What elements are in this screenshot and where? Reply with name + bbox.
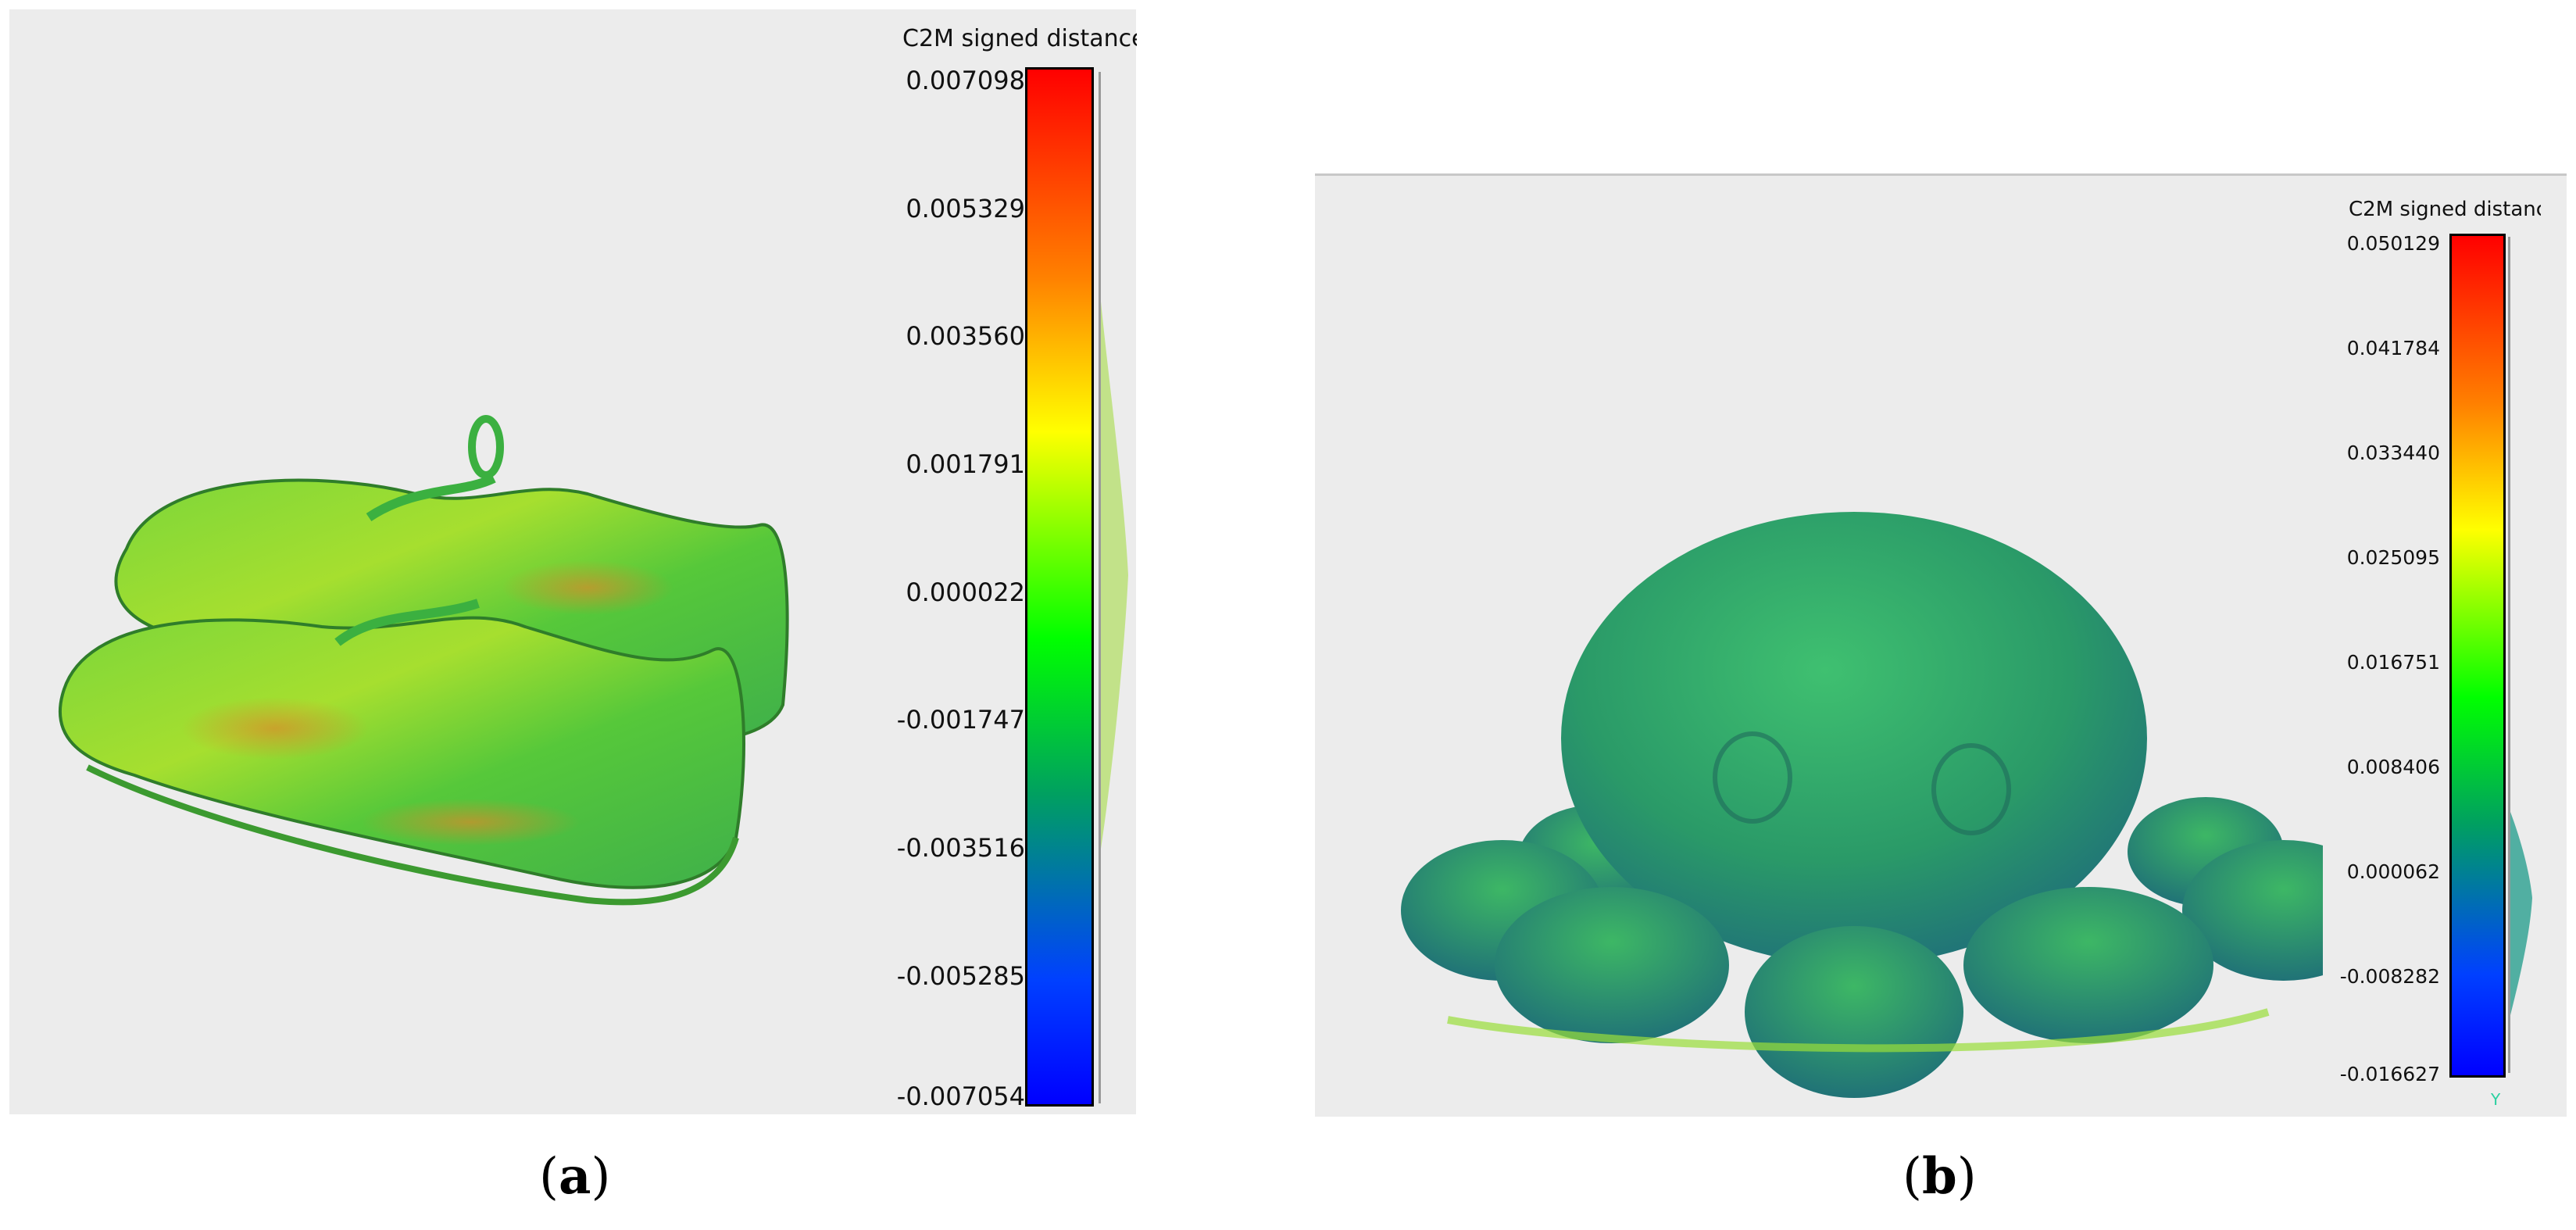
tick-label: 0.003560 bbox=[906, 321, 1025, 351]
histogram bbox=[2510, 812, 2532, 1015]
tick-label: -0.005285 bbox=[896, 961, 1025, 991]
scale-title: C2M signed distances bbox=[902, 25, 1137, 52]
axis-indicator-label: Y bbox=[2491, 1090, 2501, 1109]
octopus-model bbox=[1401, 512, 2323, 1098]
shoes-model bbox=[59, 415, 789, 906]
viewport-a[interactable]: C2M signed distances 0.007098 0.005329 0… bbox=[9, 9, 1137, 1114]
tick-label: 0.000062 bbox=[2346, 860, 2440, 883]
tick-label: 0.050129 bbox=[2346, 232, 2440, 255]
tick-label: 0.007098 bbox=[906, 66, 1025, 95]
caption-b: (b) bbox=[1903, 1147, 1977, 1206]
tick-label: 0.001791 bbox=[906, 449, 1025, 479]
caption-letter: a bbox=[558, 1147, 591, 1206]
caption-open-paren: ( bbox=[1903, 1148, 1922, 1206]
tick-label: -0.003516 bbox=[896, 833, 1025, 863]
tick-label: 0.000022 bbox=[906, 577, 1025, 607]
scale-title: C2M signed distances bbox=[2349, 198, 2541, 221]
caption-open-paren: ( bbox=[539, 1148, 559, 1206]
caption-letter: b bbox=[1921, 1147, 1957, 1206]
tick-label: -0.007054 bbox=[896, 1082, 1025, 1111]
color-scale-bar bbox=[2449, 234, 2506, 1078]
tick-label: -0.008282 bbox=[2339, 965, 2440, 988]
tick-label: -0.001747 bbox=[896, 705, 1025, 735]
tick-label: 0.025095 bbox=[2346, 546, 2440, 569]
caption-a: (a) bbox=[539, 1147, 610, 1206]
tick-label: 0.016751 bbox=[2346, 651, 2440, 674]
caption-close-paren: ) bbox=[1956, 1148, 1977, 1206]
tick-label: 0.008406 bbox=[2346, 756, 2440, 778]
tick-label: -0.016627 bbox=[2339, 1063, 2440, 1085]
tick-label: 0.033440 bbox=[2346, 442, 2440, 464]
tick-label: 0.041784 bbox=[2346, 337, 2440, 359]
viewport-b[interactable]: C2M signed distances 0.050129 0.041784 0… bbox=[1315, 173, 2567, 1117]
caption-close-paren: ) bbox=[591, 1148, 611, 1206]
tick-label: 0.005329 bbox=[906, 194, 1025, 223]
histogram bbox=[1101, 302, 1128, 849]
color-scale-bar bbox=[1025, 67, 1094, 1107]
